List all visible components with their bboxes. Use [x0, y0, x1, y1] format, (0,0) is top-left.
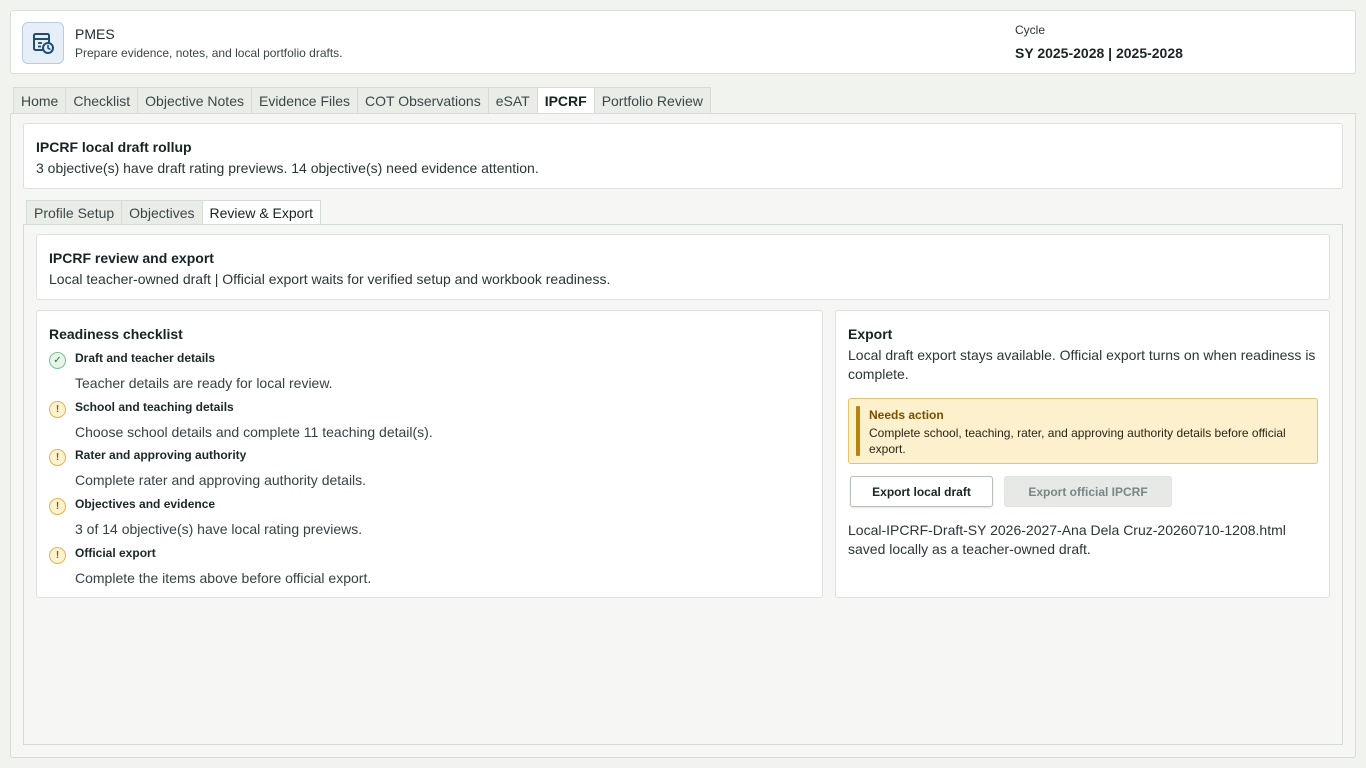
alert-accent-bar	[856, 406, 860, 456]
exclamation-icon: !	[49, 401, 66, 418]
app-subtitle: Prepare evidence, notes, and local portf…	[75, 46, 343, 60]
rollup-card: IPCRF local draft rollup 3 objective(s) …	[23, 123, 1343, 189]
checklist-item: ! Rater and approving authority Complete…	[49, 448, 809, 493]
tab-cot-observations[interactable]: COT Observations	[357, 87, 488, 114]
app-title: PMES	[75, 26, 115, 42]
exclamation-icon: !	[49, 449, 66, 466]
alert-title: Needs action	[869, 408, 944, 422]
tab-evidence-files[interactable]: Evidence Files	[250, 87, 358, 114]
checklist-item-desc: Teacher details are ready for local revi…	[75, 375, 333, 391]
tab-portfolio-review[interactable]: Portfolio Review	[593, 87, 711, 114]
calendar-clock-icon	[22, 22, 64, 64]
rollup-title: IPCRF local draft rollup	[36, 139, 192, 155]
saved-status-text: Local-IPCRF-Draft-SY 2026-2027-Ana Dela …	[848, 522, 1286, 557]
export-text: Local draft export stays available. Offi…	[848, 347, 1316, 382]
checklist-item: ! Official export Complete the items abo…	[49, 546, 809, 591]
checklist-item-title: Rater and approving authority	[75, 448, 247, 462]
rollup-text: 3 objective(s) have draft rating preview…	[36, 160, 539, 176]
checklist-item-desc: Choose school details and complete 11 te…	[75, 424, 433, 440]
checklist-item-title: Draft and teacher details	[75, 351, 216, 365]
cycle-value: SY 2025-2028 | 2025-2028	[1015, 45, 1183, 61]
tab-profile-setup[interactable]: Profile Setup	[26, 200, 122, 225]
export-local-draft-button[interactable]: Export local draft	[850, 476, 993, 507]
review-card: IPCRF review and export Local teacher-ow…	[36, 234, 1330, 300]
checklist-item-title: Official export	[75, 546, 156, 560]
readiness-card: Readiness checklist ✓ Draft and teacher …	[36, 310, 823, 598]
readiness-title: Readiness checklist	[49, 326, 183, 342]
checklist-item-desc: Complete the items above before official…	[75, 570, 372, 586]
app-header: PMES Prepare evidence, notes, and local …	[10, 10, 1356, 74]
checklist-item: ! Objectives and evidence 3 of 14 object…	[49, 497, 809, 542]
review-text: Local teacher-owned draft | Official exp…	[49, 271, 611, 287]
export-title: Export	[848, 326, 893, 342]
checklist-item-desc: Complete rater and approving authority d…	[75, 472, 367, 488]
exclamation-icon: !	[49, 498, 66, 515]
needs-action-alert: Needs action Complete school, teaching, …	[848, 398, 1318, 464]
review-title: IPCRF review and export	[49, 250, 214, 266]
sub-tab-bar: Profile Setup Objectives Review & Export	[26, 200, 322, 225]
checklist-item: ! School and teaching details Choose sch…	[49, 400, 809, 445]
tab-review-export[interactable]: Review & Export	[201, 200, 322, 225]
checklist-item-desc: 3 of 14 objective(s) have local rating p…	[75, 521, 363, 537]
cycle-label: Cycle	[1015, 23, 1046, 37]
tab-esat[interactable]: eSAT	[487, 87, 537, 114]
main-tab-bar: Home Checklist Objective Notes Evidence …	[13, 87, 711, 114]
export-official-ipcrf-button[interactable]: Export official IPCRF	[1004, 476, 1172, 507]
check-icon: ✓	[49, 352, 66, 369]
export-card: Export Local draft export stays availabl…	[835, 310, 1330, 598]
checklist-item: ✓ Draft and teacher details Teacher deta…	[49, 351, 809, 396]
exclamation-icon: !	[49, 547, 66, 564]
tab-objectives[interactable]: Objectives	[121, 200, 202, 225]
tab-ipcrf[interactable]: IPCRF	[536, 87, 594, 114]
checklist-item-title: Objectives and evidence	[75, 497, 216, 511]
tab-home[interactable]: Home	[13, 87, 66, 114]
checklist-item-title: School and teaching details	[75, 400, 234, 414]
alert-text: Complete school, teaching, rater, and ap…	[869, 426, 1286, 456]
tab-checklist[interactable]: Checklist	[65, 87, 138, 114]
tab-objective-notes[interactable]: Objective Notes	[137, 87, 251, 114]
